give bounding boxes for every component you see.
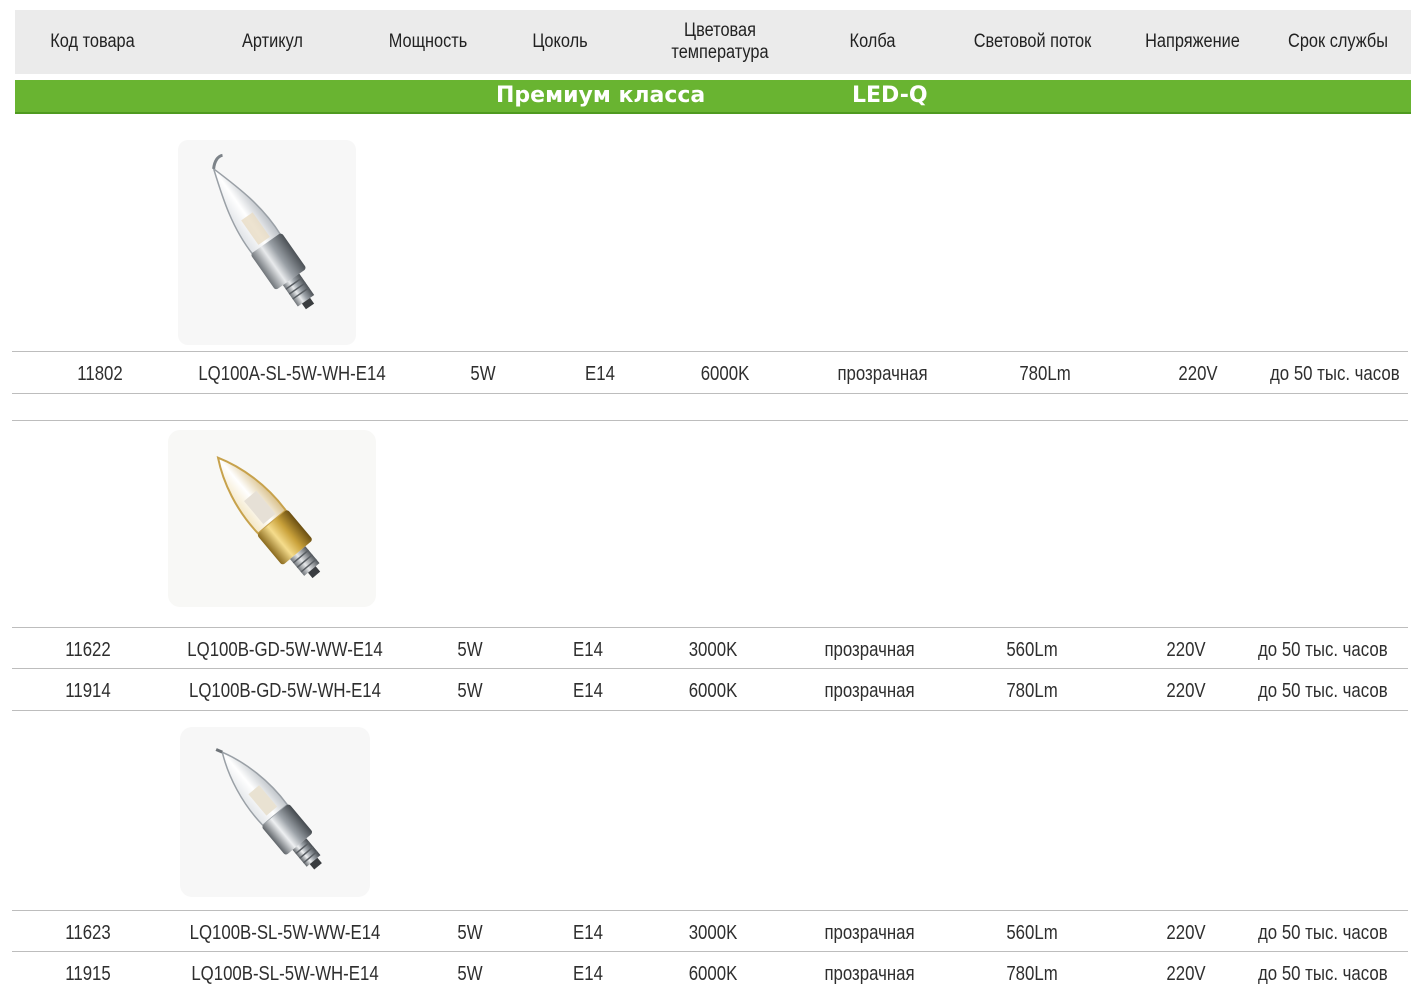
- row-divider: [12, 420, 1408, 421]
- column-header-voltage: Напряжение: [1145, 31, 1240, 52]
- cell-base: E14: [573, 680, 603, 702]
- section-bar: [15, 80, 1411, 114]
- section-series: LED-Q: [852, 83, 928, 108]
- column-header-flux: Световой поток: [973, 31, 1092, 52]
- column-header-lifetime: Срок службы: [1288, 31, 1388, 52]
- column-header-color-temp-line2: температура: [671, 42, 769, 63]
- cell-base: E14: [573, 922, 603, 944]
- cell-power: 5W: [457, 963, 483, 985]
- column-header-power: Мощность: [388, 31, 468, 52]
- cell-voltage: 220V: [1166, 639, 1206, 661]
- cell-bulb: прозрачная: [824, 639, 915, 661]
- cell-temp: 3000K: [688, 639, 738, 661]
- cell-flux: 560Lm: [1006, 922, 1058, 944]
- cell-flux: 560Lm: [1006, 639, 1058, 661]
- column-header-bulb: Колба: [849, 31, 896, 52]
- cell-code: 11914: [65, 680, 111, 702]
- cell-base: E14: [573, 639, 603, 661]
- column-header-base: Цоколь: [532, 31, 588, 52]
- bulb-image-flame-tip-silver: [178, 140, 356, 345]
- row-divider: [12, 627, 1408, 628]
- cell-temp: 6000K: [688, 963, 738, 985]
- row-divider: [12, 351, 1408, 352]
- cell-flux: 780Lm: [1019, 363, 1071, 385]
- cell-base: E14: [585, 363, 615, 385]
- cell-lifetime: до 50 тыс. часов: [1258, 963, 1388, 985]
- cell-article: LQ100B-GD-5W-WH-E14: [188, 680, 381, 702]
- cell-temp: 6000K: [688, 680, 738, 702]
- cell-power: 5W: [457, 680, 483, 702]
- cell-voltage: 220V: [1166, 922, 1206, 944]
- cell-voltage: 220V: [1166, 963, 1206, 985]
- cell-code: 11623: [65, 922, 111, 944]
- cell-flux: 780Lm: [1006, 963, 1058, 985]
- cell-article: LQ100A-SL-5W-WH-E14: [198, 363, 386, 385]
- cell-power: 5W: [457, 922, 483, 944]
- cell-lifetime: до 50 тыс. часов: [1270, 363, 1400, 385]
- cell-code: 11802: [77, 363, 123, 385]
- cell-bulb: прозрачная: [824, 963, 915, 985]
- column-header-article: Артикул: [242, 31, 303, 52]
- cell-flux: 780Lm: [1006, 680, 1058, 702]
- cell-article: LQ100B-SL-5W-WW-E14: [189, 922, 381, 944]
- cell-base: E14: [573, 963, 603, 985]
- column-header-color-temp-line1: Цветовая: [684, 20, 756, 41]
- cell-bulb: прозрачная: [837, 363, 928, 385]
- row-divider: [12, 910, 1408, 911]
- bulb-image-gold: [168, 430, 376, 607]
- cell-voltage: 220V: [1178, 363, 1218, 385]
- cell-bulb: прозрачная: [824, 922, 915, 944]
- cell-bulb: прозрачная: [824, 680, 915, 702]
- cell-lifetime: до 50 тыс. часов: [1258, 639, 1388, 661]
- cell-code: 11915: [65, 963, 111, 985]
- column-header-color-temp: Цветовая температура: [651, 10, 789, 74]
- cell-temp: 6000K: [700, 363, 750, 385]
- column-header-code: Код товара: [50, 31, 135, 52]
- cell-voltage: 220V: [1166, 680, 1206, 702]
- cell-lifetime: до 50 тыс. часов: [1258, 922, 1388, 944]
- cell-lifetime: до 50 тыс. часов: [1258, 680, 1388, 702]
- cell-article: LQ100B-SL-5W-WH-E14: [191, 963, 379, 985]
- cell-power: 5W: [457, 639, 483, 661]
- section-title: Премиум класса: [496, 83, 706, 108]
- cell-power: 5W: [470, 363, 496, 385]
- cell-article: LQ100B-GD-5W-WW-E14: [187, 639, 383, 661]
- bulb-image-silver: [180, 727, 370, 897]
- cell-code: 11622: [65, 639, 111, 661]
- cell-temp: 3000K: [688, 922, 738, 944]
